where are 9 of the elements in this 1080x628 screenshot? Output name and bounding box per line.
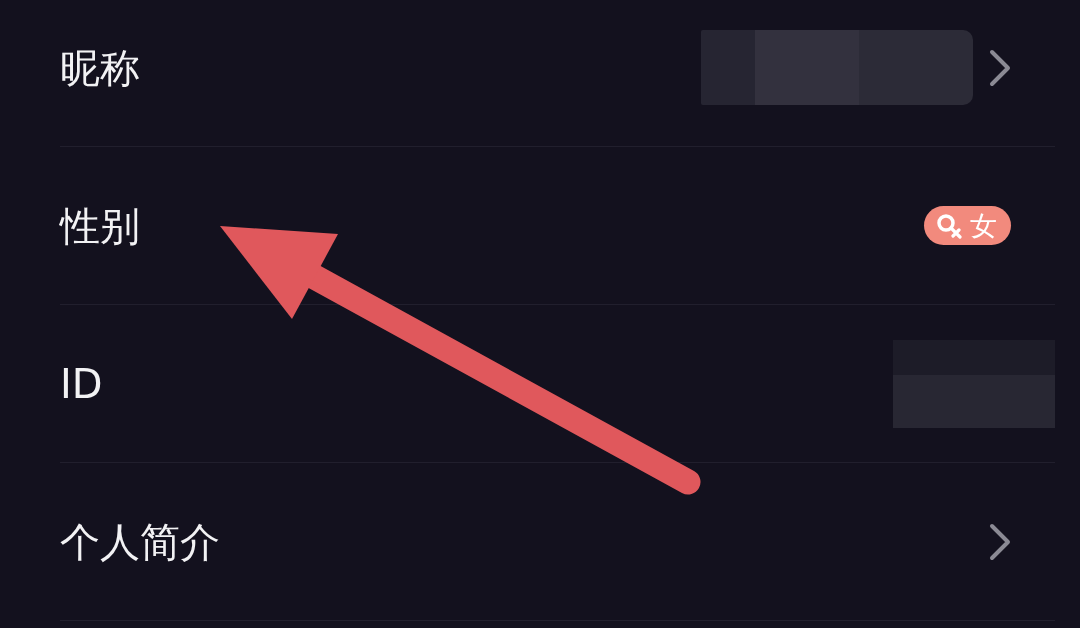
settings-row[interactable]: ID [60, 305, 1055, 463]
gender-badge: 女 [924, 206, 1011, 245]
row-label: 个人简介 [60, 519, 220, 564]
row-label: 性别 [60, 203, 140, 248]
settings-row[interactable]: 昵称 [60, 0, 1055, 147]
row-label: 昵称 [60, 45, 140, 90]
female-symbol-icon [936, 212, 962, 239]
settings-row[interactable]: 个人简介 [60, 463, 1055, 621]
row-label: ID [60, 361, 103, 406]
